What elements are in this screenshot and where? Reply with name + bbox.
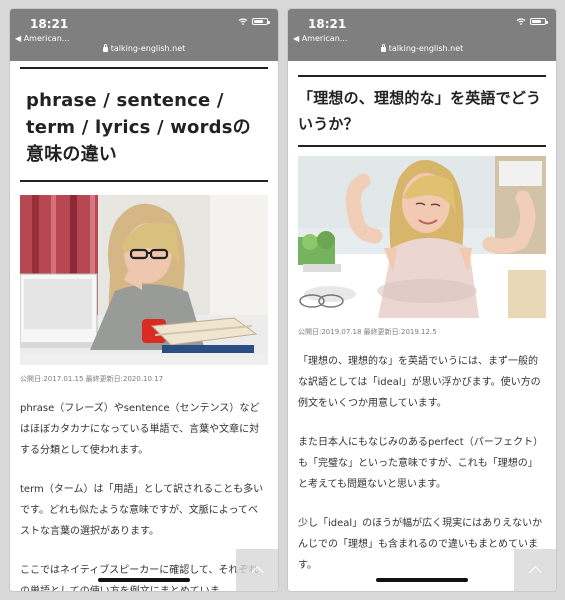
lock-icon bbox=[380, 44, 386, 52]
url-text: talking-english.net bbox=[388, 44, 464, 53]
chevron-up-icon bbox=[250, 565, 264, 579]
article-paragraph-2: term（ターム）は「用語」として訳されることも多いです。どれも似たような意味で… bbox=[20, 484, 264, 537]
back-to-top-button[interactable] bbox=[236, 549, 278, 591]
article-content: phrase / sentence / term / lyrics / word… bbox=[10, 61, 278, 591]
back-to-app-link[interactable]: ◀ American... bbox=[293, 34, 347, 43]
back-to-top-button[interactable] bbox=[514, 549, 556, 591]
article-date-meta: 公開日:2019.07.18 最終更新日:2019.12.5 bbox=[298, 328, 437, 336]
article-title: phrase / sentence / term / lyrics / word… bbox=[20, 87, 268, 182]
address-bar[interactable]: talking-english.net bbox=[10, 44, 278, 53]
left-phone-screen: 18:21 ◀ American... talking-english.net bbox=[10, 9, 278, 591]
article-paragraph-3: 少し「ideal」のほうが幅が広く現実にはありえないかんじでの「理想」も含まれる… bbox=[298, 518, 543, 571]
url-text: talking-english.net bbox=[110, 44, 186, 53]
article-body: 「理想の、理想的な」を英語でいうには、まず一般的な訳語としては「ideal」が思… bbox=[298, 351, 546, 576]
article-paragraph-3: ここではネイティブスピーカーに確認して、それぞれの単語としての使い方を例文にまと… bbox=[20, 565, 258, 591]
status-icons bbox=[238, 18, 270, 25]
article-content: 「理想の、理想的な」を英語でどういうか？ 公開日:2019.07.18 最終更新… bbox=[288, 61, 556, 591]
wifi-icon bbox=[516, 18, 526, 25]
article-hero-image bbox=[298, 156, 546, 318]
status-time: 18:21 bbox=[30, 17, 69, 31]
status-time: 18:21 bbox=[308, 17, 347, 31]
battery-icon bbox=[252, 18, 270, 25]
lock-icon bbox=[102, 44, 108, 52]
battery-icon bbox=[530, 18, 548, 25]
article-body: phrase（フレーズ）やsentence（センテンス）などはほぼカタカナになっ… bbox=[20, 398, 268, 591]
title-top-rule bbox=[20, 67, 268, 69]
home-indicator[interactable] bbox=[98, 578, 190, 582]
comparison-screenshot: 18:21 ◀ American... talking-english.net bbox=[0, 0, 565, 600]
back-to-app-link[interactable]: ◀ American... bbox=[15, 34, 69, 43]
article-hero-image bbox=[20, 195, 268, 365]
status-bar: 18:21 ◀ American... talking-english.net bbox=[288, 9, 556, 61]
status-icons bbox=[516, 18, 548, 25]
article-paragraph-1: 「理想の、理想的な」を英語でいうには、まず一般的な訳語としては「ideal」が思… bbox=[298, 356, 541, 409]
article-date-meta: 公開日:2017.01.15 最終更新日:2020.10.17 bbox=[20, 375, 164, 383]
article-title: 「理想の、理想的な」を英語でどういうか？ bbox=[298, 75, 546, 147]
home-indicator[interactable] bbox=[376, 578, 468, 582]
wifi-icon bbox=[238, 18, 248, 25]
address-bar[interactable]: talking-english.net bbox=[288, 44, 556, 53]
right-phone-screen: 18:21 ◀ American... talking-english.net bbox=[288, 9, 556, 591]
status-bar: 18:21 ◀ American... talking-english.net bbox=[10, 9, 278, 61]
chevron-up-icon bbox=[528, 565, 542, 579]
article-paragraph-1: phrase（フレーズ）やsentence（センテンス）などはほぼカタカナになっ… bbox=[20, 403, 260, 456]
article-paragraph-2: また日本人にもなじみのあるperfect（パーフェクト）も「完璧な」といった意味… bbox=[298, 437, 544, 490]
